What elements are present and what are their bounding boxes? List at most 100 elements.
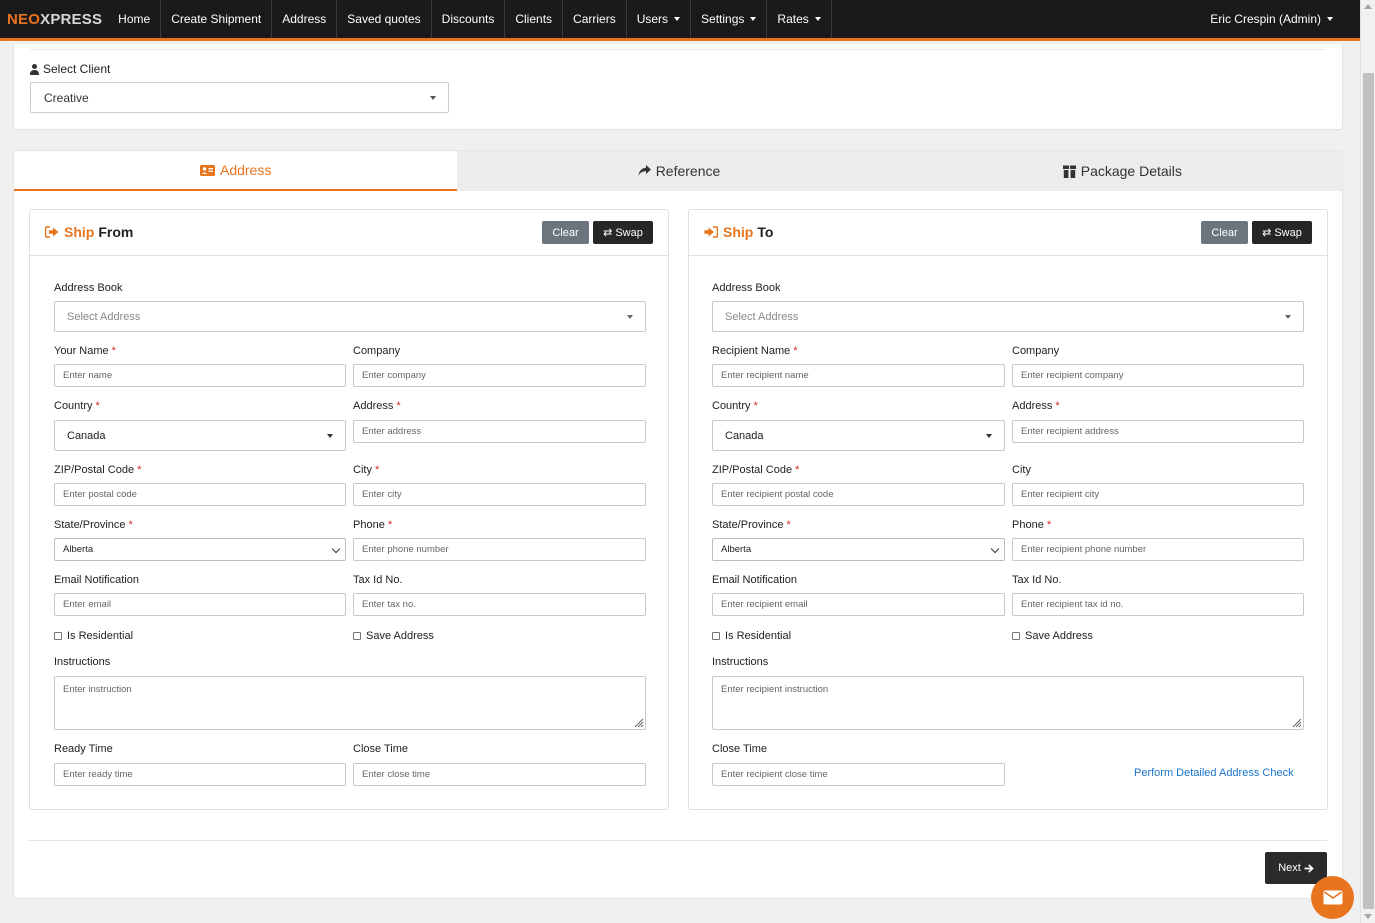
required-asterisk: *	[387, 519, 393, 531]
address-check-link[interactable]: Perform Detailed Address Check	[1134, 767, 1294, 779]
zip-label-text: ZIP/Postal Code	[54, 464, 135, 476]
scroll-up-arrow-icon[interactable]	[1364, 4, 1372, 9]
page-scrollbar[interactable]	[1360, 0, 1375, 923]
scrollbar-thumb[interactable]	[1363, 73, 1374, 909]
your-name-input[interactable]: Enter name	[54, 364, 346, 387]
tab-address[interactable]: Address	[14, 151, 458, 191]
recipient-country-select[interactable]: Canada	[712, 420, 1005, 451]
recipient-email-placeholder: Enter recipient email	[721, 599, 808, 610]
ship-from-swap-button[interactable]: ⇄ Swap	[593, 221, 653, 244]
client-select[interactable]: Creative	[30, 82, 449, 113]
phone-input[interactable]: Enter phone number	[353, 538, 646, 561]
required-asterisk: *	[95, 400, 100, 412]
user-icon	[30, 63, 39, 75]
recipient-address-input[interactable]: Enter recipient address	[1012, 420, 1304, 443]
recipient-company-input[interactable]: Enter recipient company	[1012, 364, 1304, 387]
save-address-checkbox[interactable]: Save Address	[353, 630, 434, 642]
recipient-is-residential-checkbox[interactable]: Is Residential	[712, 630, 791, 642]
ship-to-title: Ship To	[704, 224, 773, 240]
company-input[interactable]: Enter company	[353, 364, 646, 387]
tab-package-details[interactable]: Package Details	[900, 151, 1344, 191]
recipient-zip-input[interactable]: Enter recipient postal code	[712, 483, 1005, 506]
caret-down-icon	[1285, 315, 1291, 319]
nav-discounts[interactable]: Discounts	[432, 0, 506, 38]
recipient-close-time-input[interactable]: Enter recipient close time	[712, 763, 1005, 786]
chevron-down-icon	[331, 544, 341, 554]
instructions-label: Instructions	[54, 656, 111, 668]
tab-reference[interactable]: Reference	[457, 151, 901, 191]
ship-to-swap-button[interactable]: ⇄ Swap	[1252, 221, 1312, 244]
nav-saved-quotes[interactable]: Saved quotes	[337, 0, 432, 38]
recipient-save-address-label: Save Address	[1025, 630, 1093, 642]
recipient-country-label: Country *	[712, 400, 758, 412]
ship-from-clear-button[interactable]: Clear	[542, 221, 589, 244]
required-asterisk: *	[128, 519, 133, 531]
recipient-instructions-placeholder: Enter recipient instruction	[721, 684, 829, 695]
address-book-select[interactable]: Select Address	[712, 301, 1304, 332]
recipient-instructions-textarea[interactable]: Enter recipient instruction	[712, 676, 1304, 730]
recipient-name-input[interactable]: Enter recipient name	[712, 364, 1005, 387]
recipient-save-address-checkbox[interactable]: Save Address	[1012, 630, 1093, 642]
address-input[interactable]: Enter address	[353, 420, 646, 443]
nav-settings-dropdown[interactable]: Settings	[691, 0, 768, 38]
arrow-right-icon	[1304, 863, 1314, 873]
nav-create-shipment[interactable]: Create Shipment	[161, 0, 273, 38]
recipient-phone-input[interactable]: Enter recipient phone number	[1012, 538, 1304, 561]
tax-id-label: Tax Id No.	[353, 574, 403, 586]
checkbox-box[interactable]	[54, 632, 62, 640]
recipient-city-input[interactable]: Enter recipient city	[1012, 483, 1304, 506]
ship-from-panel: Ship From Clear ⇄ Swap Address Book Selec…	[29, 209, 669, 810]
caret-down-icon	[327, 434, 333, 438]
chat-widget-button[interactable]	[1311, 876, 1354, 919]
checkbox-box[interactable]	[712, 632, 720, 640]
email-input[interactable]: Enter email	[54, 593, 346, 616]
tax-id-input[interactable]: Enter tax no.	[353, 593, 646, 616]
close-time-input[interactable]: Enter close time	[353, 763, 646, 786]
ship-to-title-b: To	[757, 224, 774, 240]
scroll-down-arrow-icon[interactable]	[1364, 914, 1372, 919]
address-book-select[interactable]: Select Address	[54, 301, 646, 332]
user-menu-dropdown[interactable]: Eric Crespin (Admin)	[1210, 0, 1333, 38]
recipient-name-placeholder: Enter recipient name	[721, 370, 809, 381]
nav-address[interactable]: Address	[272, 0, 338, 38]
city-input[interactable]: Enter city	[353, 483, 646, 506]
country-label: Country *	[54, 400, 100, 412]
resize-grip-icon[interactable]	[632, 716, 644, 728]
state-select[interactable]: Alberta	[54, 538, 346, 561]
required-asterisk: *	[786, 519, 791, 531]
checkbox-box[interactable]	[1012, 632, 1020, 640]
nav-rates-dropdown[interactable]: Rates	[767, 0, 832, 38]
user-menu-label: Eric Crespin (Admin)	[1210, 12, 1321, 26]
brand-logo[interactable]: NEOXPRESS	[0, 11, 108, 28]
recipient-email-input[interactable]: Enter recipient email	[712, 593, 1005, 616]
nav-clients-label: Clients	[515, 12, 553, 26]
clear-label: Clear	[552, 226, 579, 239]
nav-users-dropdown[interactable]: Users	[627, 0, 692, 38]
recipient-state-select[interactable]: Alberta	[712, 538, 1005, 561]
required-asterisk: *	[793, 345, 798, 357]
city-label: City *	[353, 464, 379, 476]
recipient-state-label-text: State/Province	[712, 519, 784, 531]
next-label: Next	[1278, 862, 1301, 874]
recipient-tax-id-input[interactable]: Enter recipient tax id no.	[1012, 593, 1304, 616]
is-residential-checkbox[interactable]: Is Residential	[54, 630, 133, 642]
address-book-label: Address Book	[54, 282, 123, 294]
ship-to-clear-button[interactable]: Clear	[1201, 221, 1248, 244]
email-placeholder: Enter email	[63, 599, 112, 610]
nav-clients[interactable]: Clients	[505, 0, 564, 38]
resize-grip-icon[interactable]	[1290, 716, 1302, 728]
tax-id-placeholder: Enter tax no.	[362, 599, 416, 610]
brand-logo-neo: NEO	[7, 10, 41, 28]
zip-input[interactable]: Enter postal code	[54, 483, 346, 506]
recipient-address-label-text: Address	[1012, 400, 1053, 412]
country-select[interactable]: Canada	[54, 420, 346, 451]
checkbox-box[interactable]	[353, 632, 361, 640]
zip-placeholder: Enter postal code	[63, 489, 137, 500]
address-label: Address *	[353, 400, 401, 412]
instructions-textarea[interactable]: Enter instruction	[54, 676, 646, 730]
ready-time-input[interactable]: Enter ready time	[54, 763, 346, 786]
nav-home[interactable]: Home	[108, 0, 162, 38]
client-card: Select Client Creative	[13, 44, 1343, 130]
next-button[interactable]: Next	[1265, 852, 1327, 884]
nav-carriers[interactable]: Carriers	[563, 0, 627, 38]
